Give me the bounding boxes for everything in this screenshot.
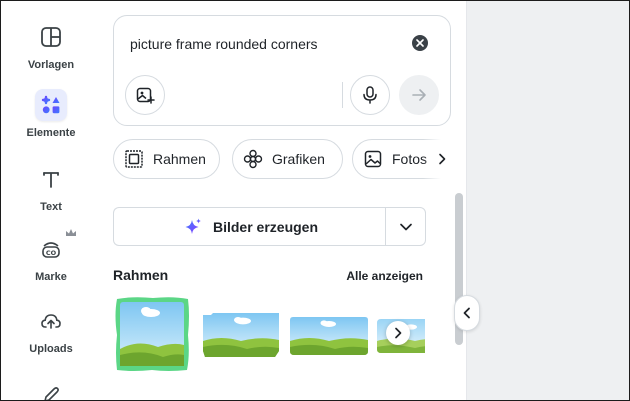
photo-icon — [364, 150, 382, 168]
svg-text:CO: CO — [46, 249, 57, 257]
frame-thumbnail[interactable] — [289, 315, 369, 362]
elements-panel: picture frame rounded corners Rahmen Gra… — [101, 1, 467, 400]
submit-search-button[interactable] — [399, 75, 439, 115]
rail-label-templates: Vorlagen — [27, 59, 75, 71]
rail-item-draw[interactable] — [1, 377, 101, 400]
chips-scroll-right-button[interactable] — [423, 139, 453, 179]
chip-label: Grafiken — [272, 151, 325, 167]
rail-label-brand: Marke — [35, 271, 67, 283]
rail-item-templates[interactable]: Vorlagen — [1, 21, 101, 71]
draw-pen-icon — [35, 377, 67, 400]
chevron-right-icon — [395, 327, 402, 339]
rail-label-text: Text — [40, 201, 62, 213]
side-rail: Vorlagen Elemente Text CO Marke Uploads — [1, 1, 101, 400]
rail-item-brand[interactable]: CO Marke — [1, 233, 101, 283]
frame-icon — [125, 150, 143, 168]
add-image-button[interactable] — [125, 75, 165, 115]
text-icon — [35, 163, 67, 195]
rail-item-uploads[interactable]: Uploads — [1, 305, 101, 355]
frame-thumbnail[interactable] — [201, 311, 281, 364]
see-all-link[interactable]: Alle anzeigen — [346, 269, 423, 283]
brand-icon: CO — [35, 233, 67, 265]
templates-icon — [35, 21, 67, 53]
section-title: Rahmen — [113, 267, 169, 283]
search-input[interactable]: picture frame rounded corners — [130, 36, 318, 52]
chip-frames[interactable]: Rahmen — [113, 139, 220, 179]
carousel-next-button[interactable] — [386, 321, 410, 345]
crown-icon — [65, 225, 77, 243]
close-icon — [416, 39, 424, 47]
arrow-right-icon — [412, 89, 426, 101]
sparkle-icon — [185, 218, 201, 234]
rail-label-uploads: Uploads — [29, 343, 73, 355]
app-window: Vorlagen Elemente Text CO Marke Uploads … — [0, 0, 630, 401]
divider — [342, 82, 343, 108]
clear-search-button[interactable] — [412, 35, 428, 51]
rail-item-text[interactable]: Text — [1, 163, 101, 213]
elements-icon — [35, 89, 67, 121]
voice-input-button[interactable] — [350, 75, 390, 115]
flower-icon — [243, 149, 263, 169]
generate-options-dropdown[interactable] — [385, 207, 426, 246]
rail-item-elements[interactable]: Elemente — [1, 89, 101, 139]
frame-thumbnail[interactable] — [113, 295, 191, 375]
microphone-icon — [363, 86, 377, 104]
canvas-area[interactable] — [467, 1, 629, 400]
upload-cloud-icon — [35, 305, 67, 337]
frames-carousel — [113, 295, 425, 375]
generate-images-button[interactable]: Bilder erzeugen — [113, 207, 387, 246]
collapse-panel-button[interactable] — [454, 295, 480, 331]
chip-label: Fotos — [392, 151, 428, 167]
category-chips: Rahmen Grafiken Fotos — [113, 139, 453, 179]
chip-label: Rahmen — [153, 151, 206, 167]
chip-graphics[interactable]: Grafiken — [232, 139, 343, 179]
chevron-left-icon — [463, 307, 470, 319]
search-box[interactable]: picture frame rounded corners — [113, 15, 451, 126]
generate-images-label: Bilder erzeugen — [212, 218, 319, 235]
rail-label-elements: Elemente — [26, 127, 76, 139]
chevron-down-icon — [399, 223, 412, 230]
add-image-icon — [136, 87, 155, 104]
chevron-right-icon — [439, 153, 446, 165]
